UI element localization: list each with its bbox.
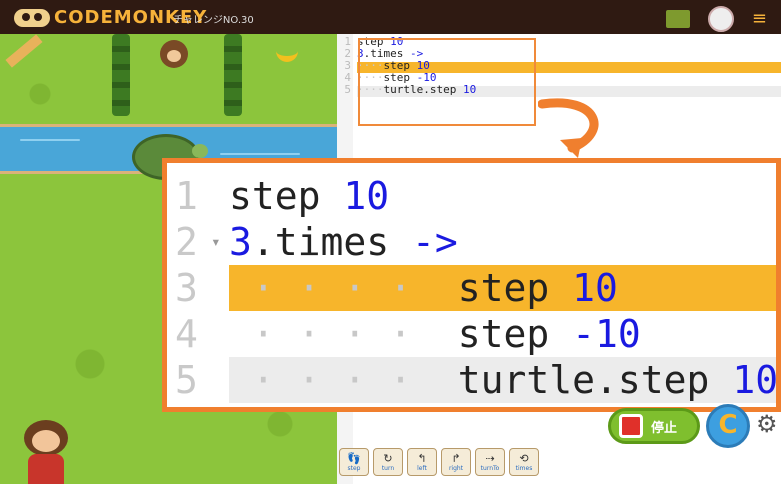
river-ripple: [220, 153, 300, 155]
zoomed-code-panel: 1 step 10 2 ▾ 3.times -> 3 · · · · step 10 4 ·…: [162, 158, 781, 412]
code-token: turtle.step: [457, 358, 733, 402]
zoom-code-line: 4 · · · · step -10: [167, 311, 776, 357]
right-arrow-icon: ↱: [451, 452, 461, 465]
turn-icon: ↻: [383, 452, 393, 465]
palette-step-button[interactable]: 👣 step: [339, 448, 369, 476]
palette-label: left: [417, 465, 427, 472]
palette-label: times: [515, 465, 533, 472]
stop-button[interactable]: 停止: [608, 408, 700, 444]
palette-left-button[interactable]: ↰ left: [407, 448, 437, 476]
command-palette: 👣 step ↻ turn ↰ left ↱ right ⇢ turnTo ⟲ times: [339, 448, 539, 476]
indent-dots: · · · ·: [229, 266, 458, 310]
guide-body: [28, 454, 64, 484]
map-icon[interactable]: [665, 10, 690, 28]
indent-dots: · · · ·: [229, 312, 458, 356]
code-token: 10: [572, 266, 618, 310]
highlight-box: [358, 38, 536, 126]
top-icons: ≡: [665, 6, 767, 32]
stop-icon: [619, 414, 643, 438]
code-token: ->: [412, 220, 458, 264]
palette-label: step: [347, 465, 361, 472]
avatar-icon[interactable]: [707, 6, 734, 32]
zoom-code-line: 1 step 10: [167, 173, 776, 219]
turnto-icon: ⇢: [485, 452, 495, 465]
footsteps-icon: 👣: [347, 452, 361, 465]
palette-right-button[interactable]: ↱ right: [441, 448, 471, 476]
zoom-line-number: 5: [175, 358, 198, 402]
line-number: 5: [344, 83, 351, 96]
bush-column-left: [112, 34, 130, 116]
bush-column-right: [224, 34, 242, 116]
zoom-code-text: · · · · step 10: [229, 265, 618, 311]
zoom-code-text: · · · · step -10: [229, 311, 641, 357]
fold-icon[interactable]: ▾: [211, 219, 221, 265]
zoom-line-number: 2: [175, 220, 198, 264]
code-token: step: [457, 266, 573, 310]
palette-label: right: [448, 465, 464, 472]
palette-label: turnTo: [480, 465, 500, 472]
menu-icon[interactable]: ≡: [752, 10, 767, 28]
challenge-label: チャレンジNO.30: [173, 15, 254, 26]
code-token: 10: [343, 174, 390, 218]
code-token: .times: [251, 220, 413, 264]
code-token: -10: [572, 312, 641, 356]
turtle-head: [192, 144, 208, 158]
zoom-code-line: 2 ▾ 3.times ->: [167, 219, 776, 265]
zoom-code-text: step 10: [229, 173, 389, 219]
loop-icon: ⟲: [519, 452, 529, 465]
zoom-code-text: 3.times ->: [229, 219, 458, 265]
zoom-code-text: · · · · turtle.step 10: [229, 357, 779, 403]
zoom-code-line: 3 · · · · step 10: [167, 265, 776, 311]
guide-character: [18, 420, 74, 484]
code-token: step: [229, 174, 344, 218]
guide-face: [32, 430, 60, 452]
palette-times-button[interactable]: ⟲ times: [509, 448, 539, 476]
code-token: 3: [229, 220, 252, 264]
top-bar: CODEMONKEY チャレンジNO.30 ≡: [0, 0, 781, 34]
curved-arrow-icon: [538, 98, 599, 158]
palette-turn-button[interactable]: ↻ turn: [373, 448, 403, 476]
indent-dots: · · · ·: [229, 358, 458, 402]
palette-turnTo-button[interactable]: ⇢ turnTo: [475, 448, 505, 476]
reset-button[interactable]: C: [706, 404, 750, 448]
zoom-line-number: 1: [175, 174, 198, 218]
left-arrow-icon: ↰: [417, 452, 427, 465]
monkey-character: [160, 40, 188, 68]
zoom-line-number: 3: [175, 266, 198, 310]
zoom-code-line: 5 · · · · turtle.step 10: [167, 357, 776, 403]
monkey-face-icon: [14, 8, 50, 27]
code-token: 10: [732, 358, 779, 402]
stop-label: 停止: [651, 420, 678, 436]
code-token: step: [457, 312, 573, 356]
river-ripple: [20, 139, 80, 141]
zoom-line-number: 4: [175, 312, 198, 356]
palette-label: turn: [381, 465, 395, 472]
gear-icon[interactable]: ⚙: [756, 410, 778, 438]
